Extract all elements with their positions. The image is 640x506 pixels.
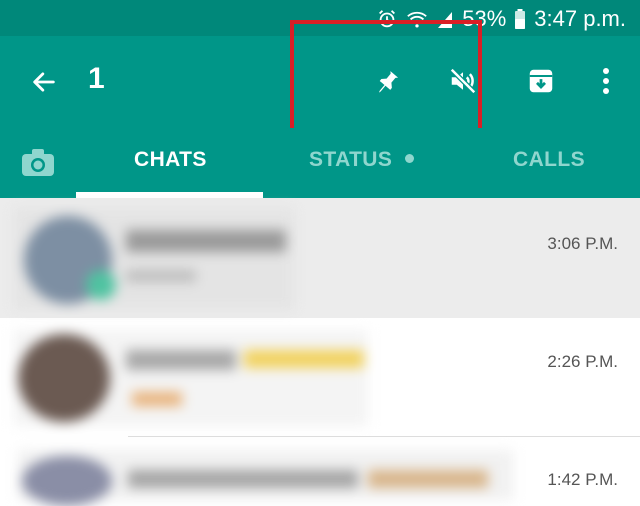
highlight-box — [290, 20, 482, 144]
row-divider — [128, 436, 640, 437]
tab-status-label: STATUS — [309, 148, 393, 171]
chat-row[interactable]: 2:26 P.M. — [0, 318, 640, 438]
status-new-dot — [404, 154, 414, 163]
tab-status[interactable]: STATUS — [309, 148, 414, 172]
more-options-icon[interactable] — [590, 60, 622, 102]
clock: 3:47 p.m. — [534, 6, 626, 31]
blurred-chat-preview — [14, 208, 294, 310]
tab-calls[interactable]: CALLS — [513, 148, 585, 172]
chat-list: 3:06 P.M. 2:26 P.M. 1:42 P.M. — [0, 198, 640, 506]
chat-time: 3:06 P.M. — [547, 234, 618, 253]
blurred-chat-preview — [18, 450, 513, 506]
battery-icon — [514, 8, 526, 30]
selected-count: 1 — [88, 62, 105, 95]
tab-bar: CHATS STATUS CALLS — [0, 128, 640, 198]
chat-time: 1:42 P.M. — [547, 470, 618, 489]
back-icon[interactable] — [24, 62, 64, 102]
chat-row[interactable]: 1:42 P.M. — [0, 440, 640, 506]
archive-icon[interactable] — [520, 60, 562, 102]
tab-chats[interactable]: CHATS — [134, 148, 207, 172]
chat-row[interactable]: 3:06 P.M. — [0, 198, 640, 318]
chat-time: 2:26 P.M. — [547, 352, 618, 371]
camera-icon[interactable] — [20, 146, 56, 178]
blurred-chat-preview — [14, 330, 368, 426]
